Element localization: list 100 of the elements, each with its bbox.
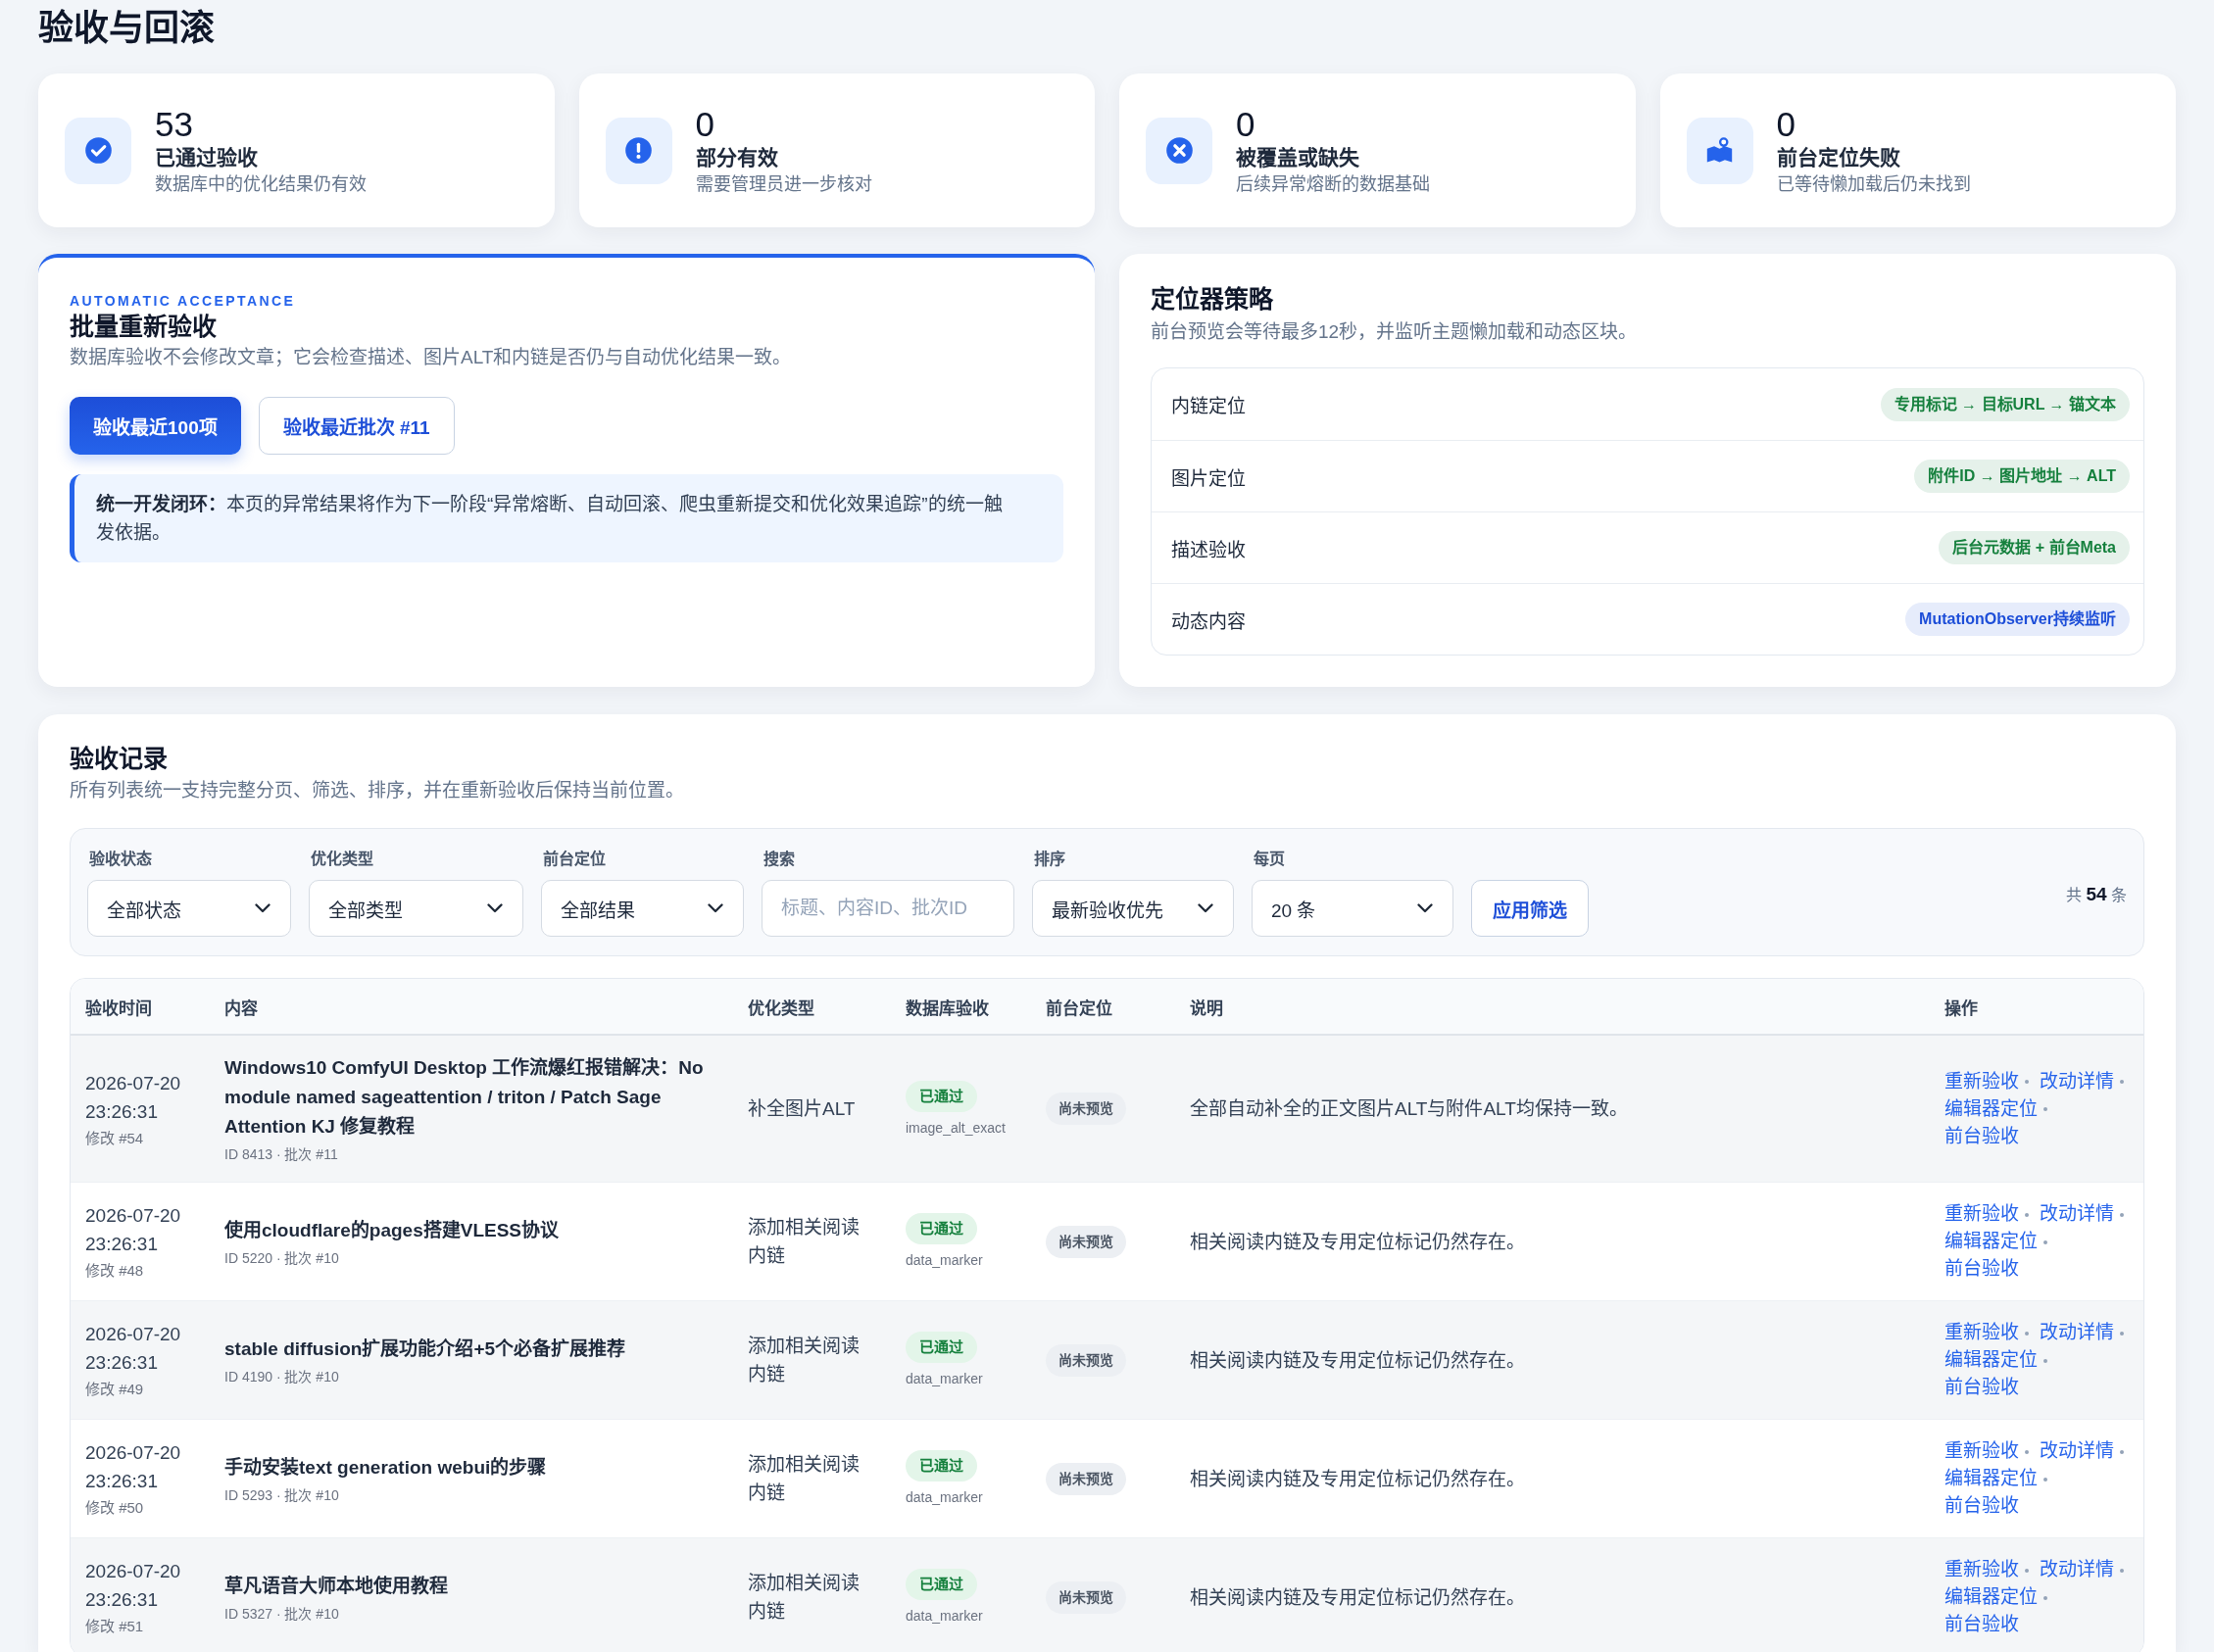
chevron-down-icon bbox=[1417, 903, 1433, 913]
timestamp: 2026-07-20 23:26:31 bbox=[85, 1204, 182, 1256]
stat-value: 53 bbox=[155, 104, 193, 144]
section-description: 所有列表统一支持完整分页、筛选、排序，并在重新验收后保持当前位置。 bbox=[70, 779, 684, 802]
filter-label: 前台定位 bbox=[542, 850, 606, 869]
chevron-down-icon bbox=[708, 903, 723, 913]
action-link[interactable]: 改动详情 bbox=[2040, 1440, 2115, 1461]
column-header: 内容 bbox=[210, 979, 733, 1035]
rule-label: data_marker bbox=[906, 1607, 983, 1626]
stat-label: 前台定位失败 bbox=[1776, 144, 1900, 170]
eyebrow-label: AUTOMATIC ACCEPTANCE bbox=[70, 292, 296, 311]
status-badge: 已通过 bbox=[906, 1332, 977, 1363]
action-link[interactable]: 改动详情 bbox=[2040, 1070, 2115, 1092]
content-title: 使用cloudflare的pages搭建VLESS协议 bbox=[224, 1218, 560, 1242]
chevron-down-icon bbox=[487, 903, 503, 913]
chevron-down-icon bbox=[255, 903, 271, 913]
action-link[interactable]: 前台验收 bbox=[1944, 1125, 2019, 1146]
status-badge: 已通过 bbox=[906, 1450, 977, 1482]
rule-label: data_marker bbox=[906, 1370, 983, 1388]
filter-label: 搜索 bbox=[763, 850, 795, 869]
column-header: 优化类型 bbox=[733, 979, 891, 1035]
strategy-tag: 附件ID → 图片地址 → ALT bbox=[1914, 460, 2130, 493]
table-cell: 相关阅读内链及专用定位标记仍然存在。 bbox=[1175, 1537, 1930, 1652]
filter-label: 排序 bbox=[1033, 850, 1065, 869]
action-link[interactable]: 编辑器定位 bbox=[1944, 1468, 2038, 1488]
panel-description: 数据库验收不会修改文章；它会检查描述、图片ALT和内链是否仍与自动优化结果一致。 bbox=[70, 346, 792, 369]
filter-dropdown[interactable]: 最新验收优先 bbox=[1032, 880, 1234, 937]
strategy-label: 动态内容 bbox=[1171, 609, 1246, 633]
table-cell: 补全图片ALT bbox=[733, 1035, 891, 1183]
filter-label: 优化类型 bbox=[310, 850, 373, 869]
stat-label: 部分有效 bbox=[695, 144, 778, 170]
strategy-label: 内链定位 bbox=[1171, 395, 1246, 417]
preview-badge: 尚未预览 bbox=[1046, 1093, 1126, 1125]
strategy-tag: 后台元数据 + 前台Meta bbox=[1939, 531, 2130, 564]
strategy-label: 图片定位 bbox=[1171, 466, 1246, 490]
stat-note: 需要管理员进一步核对 bbox=[695, 172, 872, 196]
strategy-tag: MutationObserver持续监听 bbox=[1905, 603, 2130, 636]
info-callout: 统一开发闭环：本页的异常结果将作为下一阶段“异常熔断、自动回滚、爬虫重新提交和优化效果追踪”的统一触发依据。 bbox=[70, 474, 1063, 562]
action-link[interactable]: 前台验收 bbox=[1944, 1614, 2019, 1634]
action-link[interactable]: 重新验收 bbox=[1944, 1322, 2019, 1342]
primary-action-button[interactable]: 验收最近100项 bbox=[70, 397, 241, 455]
action-link[interactable]: 改动详情 bbox=[2040, 1203, 2115, 1224]
panel-description: 前台预览会等待最多12秒，并监听主题懒加载和动态区块。 bbox=[1151, 320, 1638, 344]
action-link[interactable]: 前台验收 bbox=[1944, 1377, 2019, 1397]
action-link[interactable]: 前台验收 bbox=[1944, 1495, 2019, 1516]
section-title: 验收记录 bbox=[70, 744, 168, 774]
timestamp: 2026-07-20 23:26:31 bbox=[85, 1071, 182, 1124]
revision-label: 修改 #50 bbox=[85, 1498, 144, 1518]
action-link[interactable]: 改动详情 bbox=[2040, 1322, 2115, 1342]
stat-value: 0 bbox=[1236, 104, 1255, 144]
status-badge: 已通过 bbox=[906, 1569, 977, 1600]
content-meta: ID 5327 · 批次 #10 bbox=[224, 1604, 339, 1624]
table-cell: 添加相关阅读内链 bbox=[733, 1537, 891, 1652]
rule-label: data_marker bbox=[906, 1251, 983, 1270]
column-header: 验收时间 bbox=[71, 979, 210, 1035]
revision-label: 修改 #48 bbox=[85, 1261, 144, 1281]
preview-badge: 尚未预览 bbox=[1046, 1462, 1126, 1495]
filter-label: 每页 bbox=[1253, 850, 1285, 869]
filter-label: 验收状态 bbox=[88, 850, 152, 869]
column-header: 操作 bbox=[1930, 979, 2143, 1035]
content-meta: ID 4190 · 批次 #10 bbox=[224, 1367, 339, 1386]
action-link[interactable]: 编辑器定位 bbox=[1944, 1349, 2038, 1370]
total-count: 共 54 条 bbox=[2065, 882, 2127, 905]
secondary-action-button[interactable]: 验收最近批次 #11 bbox=[258, 397, 455, 455]
filter-dropdown[interactable]: 全部类型 bbox=[309, 880, 523, 937]
action-link[interactable]: 重新验收 bbox=[1944, 1203, 2019, 1224]
action-link[interactable]: 编辑器定位 bbox=[1944, 1097, 2038, 1119]
action-link[interactable]: 改动详情 bbox=[2040, 1559, 2115, 1579]
content-title: Windows10 ComfyUI Desktop 工作流爆红报错解决：No module named sageattention / triton / Patch Sage Attention KJ 修复教程 bbox=[224, 1056, 705, 1139]
action-link[interactable]: 编辑器定位 bbox=[1944, 1231, 2038, 1251]
stat-label: 被覆盖或缺失 bbox=[1236, 144, 1359, 170]
action-link[interactable]: 重新验收 bbox=[1944, 1070, 2019, 1092]
search-field[interactable]: 标题、内容ID、批次ID bbox=[762, 880, 1014, 937]
timestamp: 2026-07-20 23:26:31 bbox=[85, 1560, 182, 1612]
content-title: 草凡语音大师本地使用教程 bbox=[224, 1574, 449, 1598]
action-link[interactable]: 重新验收 bbox=[1944, 1440, 2019, 1461]
table-cell: 全部自动补全的正文图片ALT与附件ALT均保持一致。 bbox=[1175, 1035, 1930, 1183]
stat-note: 数据库中的优化结果仍有效 bbox=[155, 172, 367, 196]
column-header: 前台定位 bbox=[1031, 979, 1175, 1035]
apply-filter-button[interactable]: 应用筛选 bbox=[1471, 880, 1589, 937]
page-title: 验收与回滚 bbox=[38, 7, 215, 50]
preview-badge: 尚未预览 bbox=[1046, 1343, 1126, 1377]
filter-dropdown[interactable]: 全部结果 bbox=[541, 880, 744, 937]
chevron-down-icon bbox=[1198, 903, 1213, 913]
stat-value: 0 bbox=[695, 104, 714, 144]
action-link[interactable]: 编辑器定位 bbox=[1944, 1586, 2038, 1607]
timestamp: 2026-07-20 23:26:31 bbox=[85, 1323, 182, 1375]
action-link[interactable]: 前台验收 bbox=[1944, 1258, 2019, 1279]
rule-label: data_marker bbox=[906, 1488, 983, 1507]
stat-label: 已通过验收 bbox=[155, 144, 258, 170]
action-link[interactable]: 重新验收 bbox=[1944, 1559, 2019, 1579]
revision-label: 修改 #51 bbox=[85, 1617, 144, 1636]
preview-badge: 尚未预览 bbox=[1046, 1225, 1126, 1258]
content-title: 手动安装text generation webui的步骤 bbox=[224, 1455, 548, 1480]
strategy-tag: 专用标记 → 目标URL → 锚文本 bbox=[1880, 387, 2130, 421]
filter-dropdown[interactable]: 全部状态 bbox=[87, 880, 291, 937]
content-title: stable diffusion扩展功能介绍+5个必备扩展推荐 bbox=[224, 1336, 627, 1361]
map-pin-icon bbox=[1686, 117, 1753, 184]
rule-label: image_alt_exact bbox=[906, 1118, 1006, 1138]
filter-dropdown[interactable]: 20 条 bbox=[1252, 880, 1453, 937]
